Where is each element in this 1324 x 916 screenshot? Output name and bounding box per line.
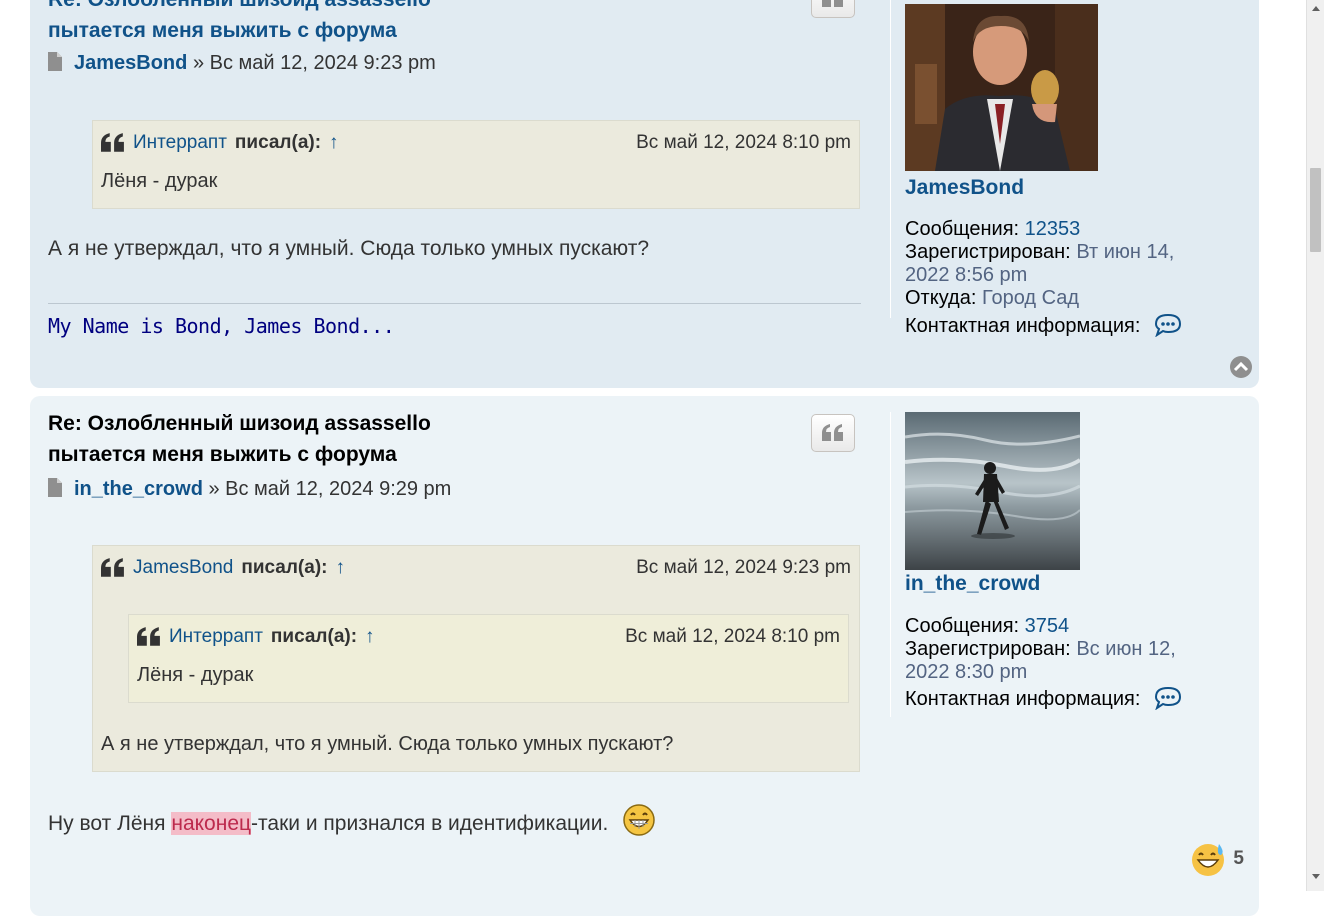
profile-posts: Сообщения: 3754 [905,615,1069,638]
chevron-up-circle-icon[interactable] [1229,355,1253,379]
post-author-line: in_the_crowd » Вс май 12, 2024 9:29 pm [48,478,451,501]
quote-cite: JamesBond писал(а): ↑ Вс май 12, 2024 9:… [101,554,851,582]
quote-date: Вс май 12, 2024 8:10 pm [636,132,851,153]
post-title[interactable]: Re: Озлобленный шизоид assassello пытает… [48,408,431,470]
scrollbar-thumb[interactable] [1310,168,1321,252]
profile-registered: Зарегистрирован: Вс июн 12, [905,638,1176,661]
quote-cite: Интеррапт писал(а): ↑ Вс май 12, 2024 8:… [137,623,840,651]
author-link[interactable]: in_the_crowd [74,478,203,500]
author-link[interactable]: JamesBond [74,52,187,74]
post: Re: Озлобленный шизоид assassello пытает… [30,0,1259,388]
quote-text: Лёня - дурак [101,170,218,192]
profile-contact: Контактная информация: [905,313,1182,338]
post-content: А я не утверждал, что я умный. Сюда толь… [48,237,650,260]
quote-jump-link[interactable]: ↑ [335,557,345,579]
post-date: » Вс май 12, 2024 9:23 pm [192,52,436,74]
profile-username[interactable]: JamesBond [905,176,1024,200]
grin-emoji-icon [623,804,655,836]
signature-divider [48,303,861,304]
quote-author-link[interactable]: JamesBond [133,557,233,579]
post-title-line[interactable]: Re: Озлобленный шизоид assassello [48,408,431,439]
post-title-line[interactable]: пытается меня выжить с форума [48,15,431,46]
vertical-scrollbar[interactable] [1306,0,1324,891]
reaction-count: 5 [1233,848,1244,869]
scroll-up-arrow-icon[interactable] [1312,6,1320,11]
post-title-line[interactable]: Re: Озлобленный шизоид assassello [48,0,431,15]
reaction-summary[interactable]: 5 [1189,840,1244,878]
chat-bubble-icon[interactable] [1154,313,1182,338]
avatar-image [905,412,1080,570]
quote-date: Вс май 12, 2024 9:23 pm [636,557,851,578]
sweat-smile-emoji-icon[interactable] [1189,840,1227,878]
avatar[interactable] [905,4,1098,171]
quote-text: Лёня - дурак [137,664,254,686]
quote-icon [101,133,124,152]
post-content: Ну вот Лёня наконец-таки и признался в и… [48,803,656,837]
profile-contact-label: Контактная информация: [905,688,1141,710]
quote-wrote-label: писал(а): [241,557,328,578]
profile-registered-label: Зарегистрирован: [905,241,1071,263]
quote-icon [101,558,124,577]
quote-text: А я не утверждал, что я умный. Сюда толь… [101,733,674,755]
quote-wrote-label: писал(а): [234,132,322,153]
quote-cite: Интеррапт писал(а): ↑ Вс май 12, 2024 8:… [101,129,851,157]
profile-posts-link[interactable]: 3754 [1025,615,1070,637]
post-content-text: -таки и признался в идентификации. [251,812,609,835]
quote-icon [822,0,843,7]
profile-posts-label: Сообщения: [905,218,1020,240]
post-title-line[interactable]: пытается меня выжить с форума [48,439,431,470]
post-date: » Вс май 12, 2024 9:29 pm [208,478,452,500]
profile-registered-label: Зарегистрирован: [905,638,1071,660]
quote-button[interactable] [811,0,855,18]
profile-contact-label: Контактная информация: [905,315,1141,337]
quote-icon [137,627,160,646]
document-icon[interactable] [48,478,62,497]
profile-location: Откуда: Город Сад [905,287,1079,310]
profile-username[interactable]: in_the_crowd [905,572,1040,596]
chat-bubble-icon[interactable] [1154,686,1182,711]
quote-wrote-label: писал(а): [270,626,358,647]
nested-quote-block: Интеррапт писал(а): ↑ Вс май 12, 2024 8:… [128,614,849,703]
post-divider [890,412,891,717]
scroll-down-arrow-icon[interactable] [1312,874,1320,879]
quote-date: Вс май 12, 2024 8:10 pm [625,626,840,647]
profile-posts-link[interactable]: 12353 [1025,218,1081,240]
quote-block: Интеррапт писал(а): ↑ Вс май 12, 2024 8:… [92,120,860,209]
profile-registered: Зарегистрирован: Вт июн 14, [905,241,1174,264]
highlighted-word: наконец [171,812,252,835]
profile-registered-value: Вт июн 14, [1076,241,1175,263]
post-author-line: JamesBond » Вс май 12, 2024 9:23 pm [48,52,436,75]
quote-button[interactable] [811,414,855,452]
profile-location-label: Откуда: [905,287,977,309]
quote-author-link[interactable]: Интеррапт [169,626,263,648]
avatar-image [905,4,1098,171]
avatar[interactable] [905,412,1080,570]
profile-registered-value: Вс июн 12, [1076,638,1176,660]
post: Re: Озлобленный шизоид assassello пытает… [30,396,1259,916]
profile-location-value: Город Сад [981,287,1080,309]
profile-contact: Контактная информация: [905,686,1182,711]
profile-registered-value-2: 2022 8:30 pm [905,661,1028,683]
quote-author-link[interactable]: Интеррапт [133,132,227,154]
profile-posts-label: Сообщения: [905,615,1020,637]
quote-jump-link[interactable]: ↑ [329,132,339,154]
profile-posts: Сообщения: 12353 [905,218,1080,241]
signature: My Name is Bond, James Bond... [48,314,395,338]
document-icon[interactable] [48,52,62,71]
post-content-text: Ну вот Лёня [48,812,172,835]
quote-jump-link[interactable]: ↑ [365,626,375,648]
quote-block: JamesBond писал(а): ↑ Вс май 12, 2024 9:… [92,545,860,772]
post-divider [890,0,891,318]
profile-registered-value-2: 2022 8:56 pm [905,264,1028,286]
post-title[interactable]: Re: Озлобленный шизоид assassello пытает… [48,0,431,46]
quote-icon [822,424,843,441]
